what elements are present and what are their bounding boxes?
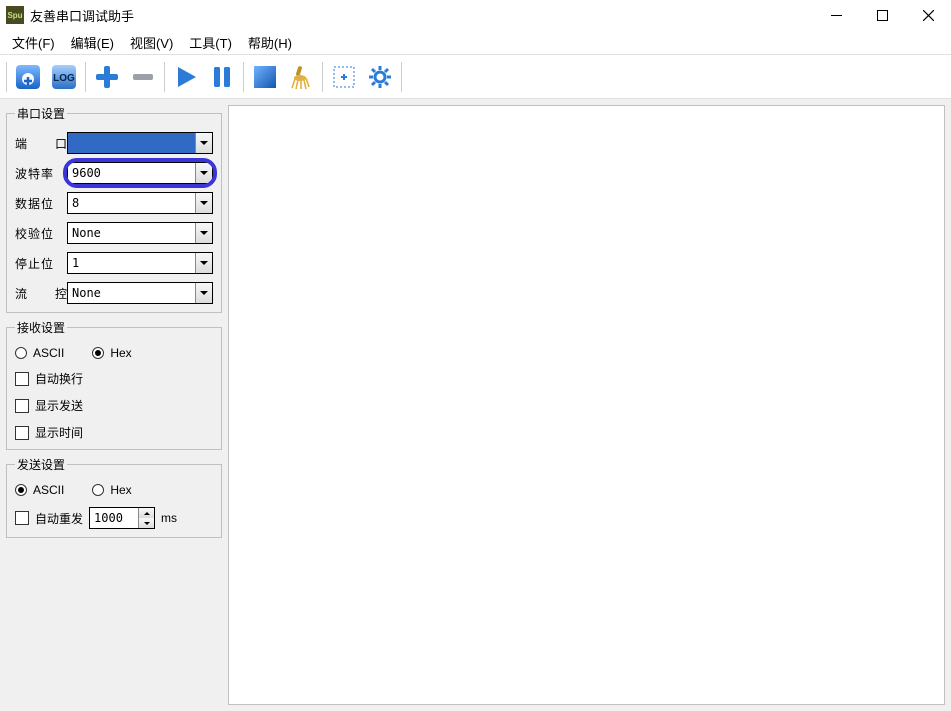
- toolbar-separator: [6, 62, 7, 92]
- remove-button[interactable]: [126, 60, 160, 94]
- recv-ascii-radio[interactable]: ASCII: [15, 346, 64, 360]
- baud-label: 波特率: [15, 165, 67, 182]
- app-icon: Spu: [6, 6, 24, 24]
- recv-hex-radio[interactable]: Hex: [92, 346, 131, 360]
- stopbits-label: 停止位: [15, 255, 67, 272]
- menu-file[interactable]: 文件(F): [4, 29, 63, 56]
- new-window-button[interactable]: [327, 60, 361, 94]
- menu-tools[interactable]: 工具(T): [181, 29, 240, 56]
- receive-settings-legend: 接收设置: [15, 319, 67, 336]
- spin-down-icon[interactable]: [139, 518, 154, 528]
- close-button[interactable]: [905, 0, 951, 30]
- checkbox-icon: [15, 426, 29, 440]
- flow-label: 流控: [15, 285, 67, 302]
- clear-button[interactable]: [284, 60, 318, 94]
- radio-icon: [92, 347, 104, 359]
- auto-resend-checkbox[interactable]: 自动重发 1000 ms: [15, 507, 213, 529]
- menubar: 文件(F) 编辑(E) 视图(V) 工具(T) 帮助(H): [0, 30, 951, 55]
- send-hex-label: Hex: [110, 483, 131, 497]
- receive-settings-group: 接收设置 ASCII Hex 自动换行 显示发送: [6, 319, 222, 450]
- send-settings-legend: 发送设置: [15, 456, 67, 473]
- serial-settings-group: 串口设置 端口 波特率 9600 数据位: [6, 105, 222, 313]
- output-area[interactable]: [228, 105, 945, 705]
- show-send-checkbox[interactable]: 显示发送: [15, 397, 213, 414]
- checkbox-icon: [15, 399, 29, 413]
- svg-text:LOG: LOG: [53, 73, 75, 84]
- databits-label: 数据位: [15, 195, 67, 212]
- send-ascii-label: ASCII: [33, 483, 64, 497]
- port-label: 端口: [15, 135, 67, 152]
- stopbits-combo[interactable]: 1: [67, 252, 213, 274]
- flow-combo-button[interactable]: [195, 283, 212, 303]
- connect-button[interactable]: [11, 60, 45, 94]
- checkbox-icon: [15, 372, 29, 386]
- menu-edit[interactable]: 编辑(E): [63, 29, 122, 56]
- toolbar-separator: [401, 62, 402, 92]
- parity-label: 校验位: [15, 225, 67, 242]
- stopbits-combo-button[interactable]: [195, 253, 212, 273]
- flow-combo[interactable]: None: [67, 282, 213, 304]
- databits-combo[interactable]: 8: [67, 192, 213, 214]
- menu-view[interactable]: 视图(V): [122, 29, 181, 56]
- send-ascii-radio[interactable]: ASCII: [15, 483, 64, 497]
- auto-wrap-label: 自动换行: [35, 370, 83, 387]
- send-settings-group: 发送设置 ASCII Hex 自动重发 1000 ms: [6, 456, 222, 538]
- auto-resend-label: 自动重发: [35, 510, 83, 527]
- minimize-button[interactable]: [813, 0, 859, 30]
- radio-icon: [92, 484, 104, 496]
- log-button[interactable]: LOG: [47, 60, 81, 94]
- send-hex-radio[interactable]: Hex: [92, 483, 131, 497]
- serial-settings-legend: 串口设置: [15, 105, 67, 122]
- port-combo-button[interactable]: [195, 133, 212, 153]
- left-panel: 串口设置 端口 波特率 9600 数据位: [0, 99, 228, 711]
- maximize-button[interactable]: [859, 0, 905, 30]
- resend-interval-spinner[interactable]: 1000: [89, 507, 155, 529]
- recv-hex-label: Hex: [110, 346, 131, 360]
- spin-up-icon[interactable]: [139, 508, 154, 518]
- play-button[interactable]: [169, 60, 203, 94]
- interval-unit: ms: [161, 511, 177, 525]
- databits-combo-button[interactable]: [195, 193, 212, 213]
- baud-combo[interactable]: 9600: [67, 162, 213, 184]
- parity-combo[interactable]: None: [67, 222, 213, 244]
- toolbar-separator: [322, 62, 323, 92]
- baud-combo-button[interactable]: [195, 163, 212, 183]
- show-time-checkbox[interactable]: 显示时间: [15, 424, 213, 441]
- toolbar-separator: [164, 62, 165, 92]
- radio-icon: [15, 347, 27, 359]
- checkbox-icon: [15, 511, 29, 525]
- show-time-label: 显示时间: [35, 424, 83, 441]
- window-title: 友善串口调试助手: [30, 6, 813, 25]
- radio-icon: [15, 484, 27, 496]
- auto-wrap-checkbox[interactable]: 自动换行: [15, 370, 213, 387]
- toolbar: LOG: [0, 55, 951, 99]
- recv-ascii-label: ASCII: [33, 346, 64, 360]
- titlebar: Spu 友善串口调试助手: [0, 0, 951, 30]
- toolbar-separator: [243, 62, 244, 92]
- pause-button[interactable]: [205, 60, 239, 94]
- menu-help[interactable]: 帮助(H): [240, 29, 300, 56]
- settings-button[interactable]: [363, 60, 397, 94]
- toolbar-separator: [85, 62, 86, 92]
- parity-combo-button[interactable]: [195, 223, 212, 243]
- clear-screen-button[interactable]: [248, 60, 282, 94]
- add-button[interactable]: [90, 60, 124, 94]
- port-combo[interactable]: [67, 132, 213, 154]
- show-send-label: 显示发送: [35, 397, 83, 414]
